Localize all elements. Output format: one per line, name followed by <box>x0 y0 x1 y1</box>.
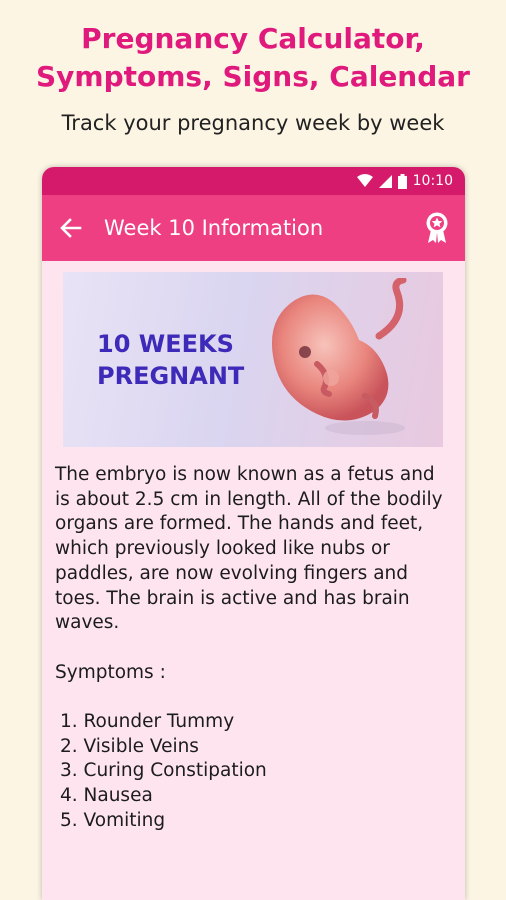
promo-title-line1: Pregnancy Calculator, <box>81 22 425 55</box>
banner-line1: 10 WEEKS <box>97 330 234 358</box>
status-bar: 10:10 <box>42 167 465 195</box>
award-button[interactable] <box>419 209 455 247</box>
week-content: The embryo is now known as a fetus and i… <box>55 463 455 834</box>
status-time: 10:10 <box>412 173 453 189</box>
battery-icon <box>397 173 407 189</box>
fetus-illustration <box>271 278 407 435</box>
symptom-item: 4. Nausea <box>60 785 153 807</box>
phone-screen: 10:10 Week 10 Information 10 WEEKS PREGN… <box>42 167 465 900</box>
promo-title: Pregnancy Calculator, Symptoms, Signs, C… <box>0 20 506 96</box>
screen-title: Week 10 Information <box>104 216 324 240</box>
symptoms-heading: Symptoms : <box>55 661 166 683</box>
promo-title-line2: Symptoms, Signs, Calendar <box>36 60 470 93</box>
symptom-item: 5. Vomiting <box>60 809 166 831</box>
symptom-list: 1. Rounder Tummy 2. Visible Veins 3. Cur… <box>55 710 455 834</box>
wifi-icon <box>356 174 373 188</box>
back-arrow-icon <box>60 218 82 238</box>
promo-subtitle: Track your pregnancy week by week <box>61 111 445 135</box>
symptom-item: 1. Rounder Tummy <box>60 711 235 732</box>
banner-line2: PREGNANT <box>97 362 245 390</box>
symptom-item: 3. Curing Constipation <box>60 760 267 782</box>
banner-heading: 10 WEEKS PREGNANT <box>97 328 244 392</box>
week-description: The embryo is now known as a fetus and i… <box>55 464 443 634</box>
signal-icon <box>378 174 392 188</box>
app-toolbar: Week 10 Information <box>42 195 465 261</box>
week-banner-image: 10 WEEKS PREGNANT <box>63 272 443 447</box>
award-badge-icon <box>426 212 448 243</box>
back-button[interactable] <box>48 205 94 251</box>
symptom-item: 2. Visible Veins <box>60 735 199 757</box>
